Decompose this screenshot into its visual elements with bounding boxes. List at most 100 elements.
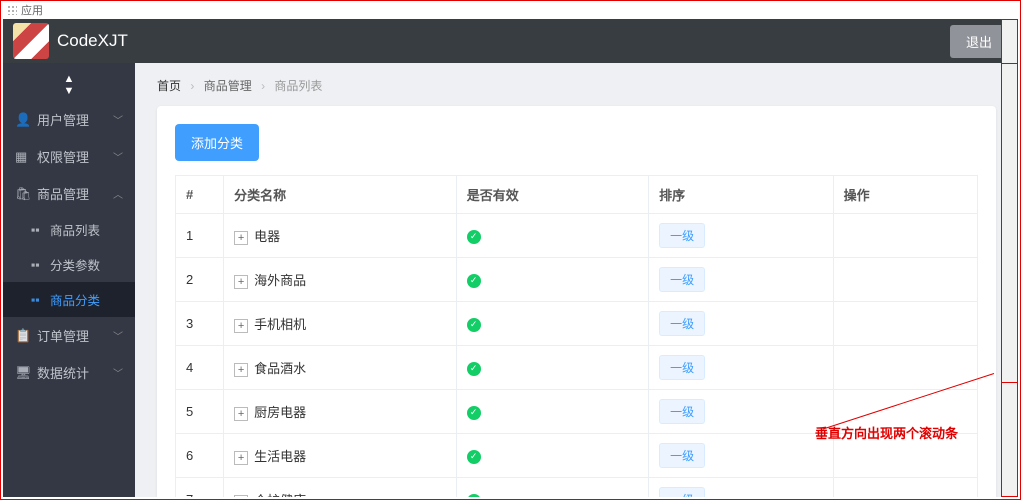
sidebar-item-products[interactable]: 🛍 商品管理 ︿ <box>3 175 135 212</box>
logout-button[interactable]: 退出 <box>950 25 1008 58</box>
sidebar-item-label: 订单管理 <box>37 326 89 345</box>
grid-icon: ▦ <box>15 149 29 165</box>
chevron-down-icon: ﹀ <box>113 328 123 343</box>
cell-sort: 一级 <box>649 214 833 258</box>
breadcrumb-product-mgmt: 商品管理 <box>204 79 252 93</box>
sidebar-sub-product-category[interactable]: ▪▪ 商品分类 <box>3 282 135 317</box>
cell-index: 6 <box>176 434 224 478</box>
sidebar-item-label: 商品管理 <box>37 184 89 203</box>
cell-valid: ✓ <box>456 302 648 346</box>
expand-icon[interactable]: + <box>234 275 248 289</box>
breadcrumb-product-list: 商品列表 <box>274 79 322 93</box>
cell-index: 7 <box>176 478 224 498</box>
check-icon: ✓ <box>467 494 481 497</box>
level-button[interactable]: 一级 <box>659 267 705 292</box>
sidebar-item-label: 用户管理 <box>37 110 89 129</box>
expand-icon[interactable]: + <box>234 231 248 245</box>
table-row: 7+个护健康 ✓ 一级 <box>176 478 978 498</box>
cell-action <box>833 214 977 258</box>
cell-sort: 一级 <box>649 434 833 478</box>
cell-sort: 一级 <box>649 346 833 390</box>
sidebar-item-stats[interactable]: 🖥 数据统计 ﹀ <box>3 354 135 391</box>
category-table: # 分类名称 是否有效 排序 操作 1+电器✓一级2+海外商品✓一级3+手机相机… <box>175 175 978 497</box>
expand-icon[interactable]: + <box>234 407 248 421</box>
clipboard-icon: 📋 <box>15 328 29 344</box>
level-button[interactable]: 一级 <box>659 355 705 380</box>
check-icon: ✓ <box>467 318 481 332</box>
inner-scrollbar-highlight <box>1001 63 1018 383</box>
check-icon: ✓ <box>467 274 481 288</box>
brand-title: CodeXJT <box>57 31 128 51</box>
cell-action <box>833 346 977 390</box>
sidebar-sub-category-params[interactable]: ▪▪ 分类参数 <box>3 247 135 282</box>
cell-sort: 一级 <box>649 478 833 498</box>
cell-valid: ✓ <box>456 258 648 302</box>
th-index: # <box>176 176 224 214</box>
level-button[interactable]: 一级 <box>659 223 705 248</box>
annotation-text: 垂直方向出现两个滚动条 <box>815 423 958 442</box>
cell-index: 4 <box>176 346 224 390</box>
cell-index: 2 <box>176 258 224 302</box>
cell-name: +海外商品 <box>224 258 457 302</box>
expand-icon[interactable]: + <box>234 319 248 333</box>
sidebar-sub-label: 分类参数 <box>50 255 100 274</box>
cell-valid: ✓ <box>456 434 648 478</box>
cell-action <box>833 478 977 498</box>
cell-valid: ✓ <box>456 478 648 498</box>
sidebar-item-orders[interactable]: 📋 订单管理 ﹀ <box>3 317 135 354</box>
th-action: 操作 <box>833 176 977 214</box>
table-row: 4+食品酒水 ✓ 一级 <box>176 346 978 390</box>
sidebar: ▲▼ 👤 用户管理 ﹀ ▦ 权限管理 ﹀ 🛍 商品管理 ︿ ▪▪ <box>3 63 135 497</box>
breadcrumb-home[interactable]: 首页 <box>157 79 181 93</box>
avatar <box>13 23 49 59</box>
cell-sort: 一级 <box>649 302 833 346</box>
user-icon: 👤 <box>15 112 29 128</box>
bullet-icon: ▪▪ <box>31 293 43 307</box>
chevron-down-icon: ﹀ <box>113 112 123 127</box>
cell-index: 3 <box>176 302 224 346</box>
add-category-button[interactable]: 添加分类 <box>175 124 259 161</box>
th-name: 分类名称 <box>224 176 457 214</box>
cell-valid: ✓ <box>456 390 648 434</box>
cell-action <box>833 258 977 302</box>
apps-icon <box>7 5 17 15</box>
table-row: 1+电器✓一级 <box>176 214 978 258</box>
cell-index: 5 <box>176 390 224 434</box>
app-header: CodeXJT 退出 <box>3 19 1018 63</box>
cell-index: 1 <box>176 214 224 258</box>
cell-name: +个护健康 <box>224 478 457 498</box>
sidebar-item-label: 权限管理 <box>37 147 89 166</box>
th-valid: 是否有效 <box>456 176 648 214</box>
bookmark-label[interactable]: 应用 <box>21 2 43 18</box>
browser-bookmark-bar: 应用 <box>1 1 1020 19</box>
cell-action <box>833 302 977 346</box>
sidebar-sub-product-list[interactable]: ▪▪ 商品列表 <box>3 212 135 247</box>
check-icon: ✓ <box>467 450 481 464</box>
chevron-down-icon: ﹀ <box>113 365 123 380</box>
sidebar-item-users[interactable]: 👤 用户管理 ﹀ <box>3 101 135 138</box>
breadcrumb: 首页 › 商品管理 › 商品列表 <box>135 63 1018 106</box>
level-button[interactable]: 一级 <box>659 311 705 336</box>
check-icon: ✓ <box>467 362 481 376</box>
product-icon: 🛍 <box>15 186 29 202</box>
cell-name: +电器 <box>224 214 457 258</box>
table-row: 3+手机相机✓一级 <box>176 302 978 346</box>
sidebar-sub-label: 商品分类 <box>50 290 100 309</box>
expand-icon[interactable]: + <box>234 451 248 465</box>
th-sort: 排序 <box>649 176 833 214</box>
expand-icon[interactable]: + <box>234 495 248 497</box>
cell-name: +食品酒水 <box>224 346 457 390</box>
cell-name: +生活电器 <box>224 434 457 478</box>
bullet-icon: ▪▪ <box>31 258 43 272</box>
chevron-up-icon: ︿ <box>113 186 123 201</box>
sidebar-item-label: 数据统计 <box>37 363 89 382</box>
cell-sort: 一级 <box>649 258 833 302</box>
collapse-toggle[interactable]: ▲▼ <box>3 69 135 101</box>
level-button[interactable]: 一级 <box>659 487 705 497</box>
level-button[interactable]: 一级 <box>659 443 705 468</box>
sidebar-item-permissions[interactable]: ▦ 权限管理 ﹀ <box>3 138 135 175</box>
cell-valid: ✓ <box>456 346 648 390</box>
table-row: 2+海外商品 ✓ 一级 <box>176 258 978 302</box>
level-button[interactable]: 一级 <box>659 399 705 424</box>
expand-icon[interactable]: + <box>234 363 248 377</box>
